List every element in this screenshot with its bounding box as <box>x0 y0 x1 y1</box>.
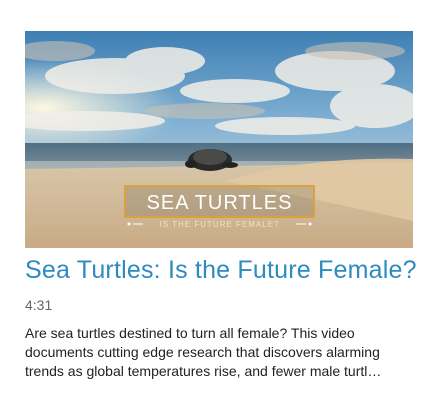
video-card: SEA TURTLES IS THE FUTURE FEMALE? Sea Tu… <box>0 0 436 407</box>
description-line: Are sea turtles destined to turn all fem… <box>25 325 355 341</box>
overlay-subtitle: IS THE FUTURE FEMALE? <box>160 220 280 229</box>
thumbnail-image: SEA TURTLES IS THE FUTURE FEMALE? <box>25 31 413 248</box>
overlay-title: SEA TURTLES <box>147 192 293 214</box>
video-duration: 4:31 <box>25 297 53 313</box>
description-line: trends as global temperatures rise, and … <box>25 363 382 379</box>
video-title-link[interactable]: Sea Turtles: Is the Future Female? <box>25 256 425 285</box>
video-thumbnail[interactable]: SEA TURTLES IS THE FUTURE FEMALE? <box>25 31 413 248</box>
video-description: Are sea turtles destined to turn all fem… <box>25 324 420 381</box>
description-line: documents cutting edge research that dis… <box>25 344 380 360</box>
